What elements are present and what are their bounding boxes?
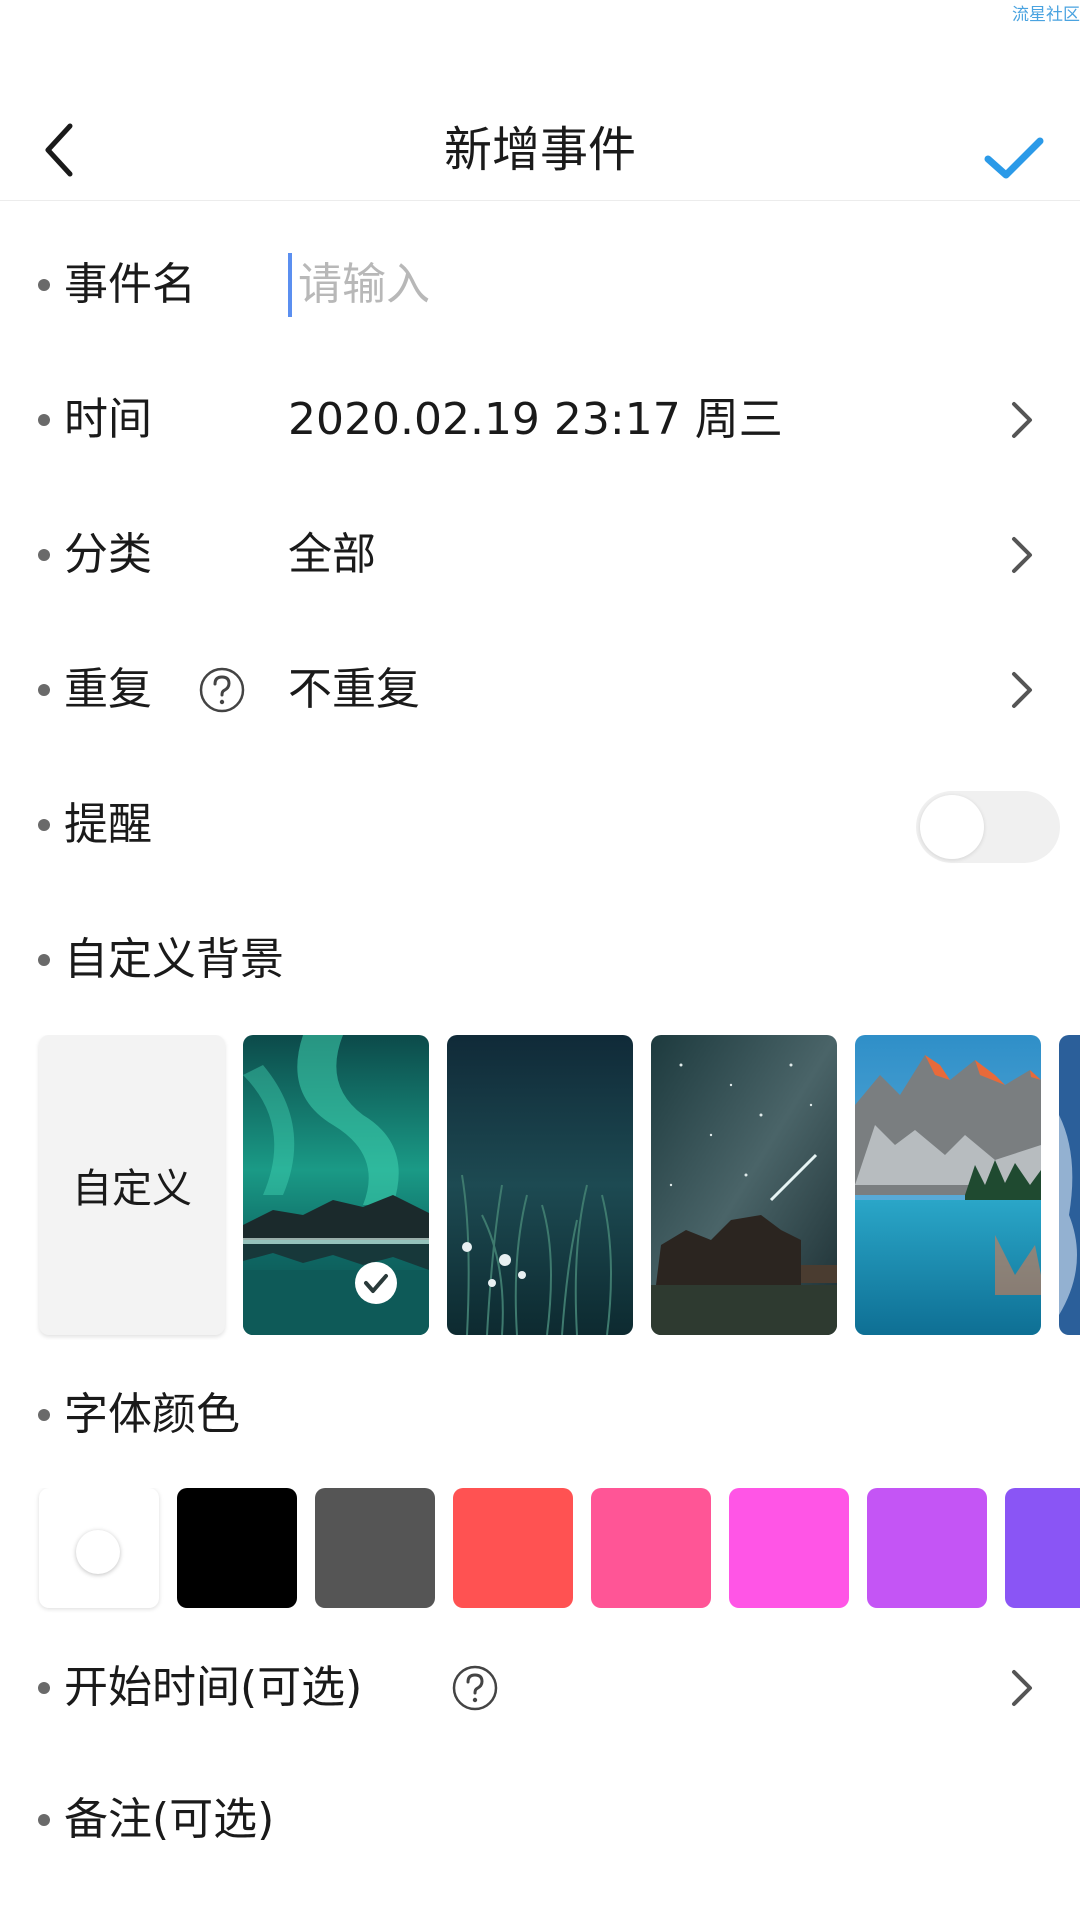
bullet-dot — [38, 819, 50, 831]
chevron-right-icon — [1012, 1670, 1032, 1706]
category-row[interactable]: 分类 全部 — [0, 505, 1080, 605]
reminder-label: 提醒 — [64, 799, 152, 850]
background-picker: 自定义 — [0, 1035, 1080, 1340]
start-time-row[interactable]: 开始时间(可选) — [0, 1638, 1080, 1738]
color-swatch-white[interactable] — [39, 1488, 159, 1608]
page-title: 新增事件 — [443, 122, 636, 178]
bullet-dot — [38, 684, 50, 696]
background-thumb-mountain-lake[interactable] — [855, 1035, 1041, 1335]
bullet-dot — [38, 954, 50, 966]
background-row: 自定义背景 — [0, 910, 1080, 1010]
bullet-dot — [38, 549, 50, 561]
custom-background-label: 自定义 — [72, 1166, 192, 1212]
color-swatch-gray[interactable] — [315, 1488, 435, 1608]
bullet-dot — [38, 1682, 50, 1694]
chevron-right-icon — [1012, 537, 1032, 573]
time-row[interactable]: 时间 2020.02.19 23:17 周三 — [0, 370, 1080, 470]
color-swatch-violet[interactable] — [867, 1488, 987, 1608]
repeat-value: 不重复 — [288, 664, 420, 715]
night-flowers-image — [447, 1035, 633, 1335]
font-color-row: 字体颜色 — [0, 1365, 1080, 1465]
aurora-image — [243, 1035, 429, 1335]
question-circle-icon[interactable] — [198, 666, 246, 714]
watermark: 流星社区 — [1012, 5, 1080, 25]
background-thumb-milky-way-cabin[interactable] — [651, 1035, 837, 1335]
confirm-button[interactable] — [978, 122, 1050, 194]
custom-background-button[interactable]: 自定义 — [39, 1035, 225, 1335]
top-bar: 新增事件 — [0, 100, 1080, 201]
toggle-knob — [920, 795, 984, 859]
checkmark-icon — [984, 137, 1044, 179]
bullet-dot — [38, 1814, 50, 1826]
time-value: 2020.02.19 23:17 周三 — [288, 394, 783, 445]
bullet-dot — [38, 414, 50, 426]
start-time-label: 开始时间(可选) — [64, 1662, 363, 1713]
repeat-label: 重复 — [64, 664, 152, 715]
background-thumb-aurora[interactable] — [243, 1035, 429, 1335]
mountain-lake-image — [855, 1035, 1041, 1335]
color-swatch-pink[interactable] — [591, 1488, 711, 1608]
reminder-row: 提醒 — [0, 775, 1080, 875]
bullet-dot — [38, 279, 50, 291]
color-swatch-magenta[interactable] — [729, 1488, 849, 1608]
font-color-label: 字体颜色 — [64, 1389, 240, 1440]
category-label: 分类 — [64, 529, 152, 580]
chevron-right-icon — [1012, 402, 1032, 438]
time-label: 时间 — [64, 394, 152, 445]
selected-check-icon — [355, 1262, 397, 1304]
font-color-picker — [0, 1488, 1080, 1613]
color-swatch-black[interactable] — [177, 1488, 297, 1608]
note-row[interactable]: 备注(可选) — [0, 1770, 1080, 1870]
background-label: 自定义背景 — [64, 934, 284, 985]
event-name-label: 事件名 — [64, 259, 196, 310]
bullet-dot — [38, 1409, 50, 1421]
blue-partial-image — [1059, 1035, 1080, 1335]
reminder-toggle[interactable] — [916, 791, 1060, 863]
chevron-right-icon — [1012, 672, 1032, 708]
category-value: 全部 — [288, 529, 376, 580]
background-thumb-night-flowers[interactable] — [447, 1035, 633, 1335]
background-thumb-blue-partial[interactable] — [1059, 1035, 1080, 1335]
repeat-row[interactable]: 重复 不重复 — [0, 640, 1080, 740]
note-label: 备注(可选) — [64, 1794, 275, 1845]
event-name-row: 事件名 — [0, 235, 1080, 335]
event-name-input[interactable] — [288, 253, 998, 317]
add-event-screen: 流星社区 新增事件 事件名 时间 2020.02.19 23:17 周三 分类 — [0, 0, 1080, 1920]
milky-way-cabin-image — [651, 1035, 837, 1335]
color-swatch-purple[interactable] — [1005, 1488, 1080, 1608]
selected-indicator — [76, 1530, 120, 1574]
color-swatch-red[interactable] — [453, 1488, 573, 1608]
question-circle-icon[interactable] — [451, 1664, 499, 1712]
